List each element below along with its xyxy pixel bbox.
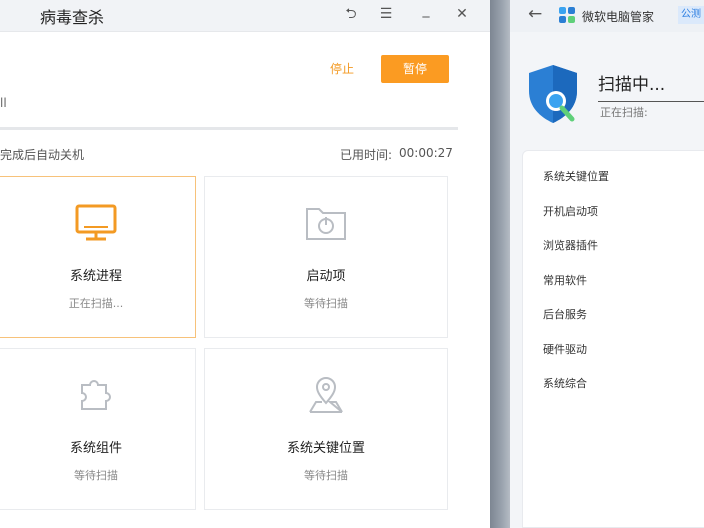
title-bar: 病毒查杀 ⮌ ☰ _ ✕ bbox=[0, 0, 490, 32]
elapsed-time-value: 00:00:27 bbox=[399, 146, 453, 160]
monitor-icon bbox=[74, 203, 118, 247]
scan-path-label: 正在扫描: bbox=[600, 106, 648, 119]
back-arrow-icon[interactable]: ← bbox=[528, 4, 542, 24]
scan-card-key-locations: 系统关键位置 等待扫描 bbox=[204, 348, 448, 510]
scan-card-startup: 启动项 等待扫描 bbox=[204, 176, 448, 338]
scan-items-panel: 系统关键位置 开机启动项 浏览器插件 常用软件 后台服务 硬件驱动 系统综合 bbox=[522, 150, 704, 528]
scan-path-text: ll bbox=[0, 96, 7, 110]
shield-scan-icon bbox=[526, 63, 584, 131]
list-item: 系统综合 bbox=[543, 377, 587, 390]
card-title: 系统组件 bbox=[69, 441, 122, 456]
list-item: 常用软件 bbox=[543, 274, 587, 287]
list-item: 浏览器插件 bbox=[543, 239, 598, 252]
card-status: 等待扫描 bbox=[304, 469, 348, 482]
puzzle-icon bbox=[74, 375, 118, 419]
list-item: 开机启动项 bbox=[543, 205, 598, 218]
card-status: 正在扫描... bbox=[68, 297, 124, 310]
list-item: 后台服务 bbox=[543, 308, 587, 321]
menu-icon[interactable]: ☰ bbox=[376, 4, 396, 24]
scan-card-system-components: 系统组件 等待扫描 bbox=[0, 348, 196, 510]
auto-shutdown-option[interactable]: 完成后自动关机 bbox=[0, 146, 84, 163]
card-title: 系统进程 bbox=[69, 269, 122, 284]
list-item: 硬件驱动 bbox=[543, 343, 587, 356]
pc-manager-logo-icon bbox=[558, 6, 576, 28]
card-status: 等待扫描 bbox=[304, 297, 348, 310]
pause-button[interactable]: 暂停 bbox=[381, 55, 449, 83]
stop-button[interactable]: 停止 bbox=[322, 56, 362, 82]
brand-name: 微软电脑管家 bbox=[582, 10, 655, 24]
elapsed-time-label: 已用时间: bbox=[340, 148, 393, 162]
desktop-background bbox=[490, 0, 510, 528]
scan-progress-bar bbox=[0, 127, 458, 130]
title-bar: ← 微软电脑管家 公测 bbox=[510, 0, 704, 32]
list-item: 系统关键位置 bbox=[543, 170, 609, 183]
scan-status-title: 扫描中... bbox=[598, 75, 666, 95]
location-pin-icon bbox=[304, 375, 348, 419]
minimize-icon[interactable]: _ bbox=[416, 0, 436, 20]
window-title: 病毒查杀 bbox=[40, 8, 105, 27]
virus-scan-window: 病毒查杀 ⮌ ☰ _ ✕ 停止 暂停 ll 完成后自动关机 已用时间: 00:0… bbox=[0, 0, 490, 528]
scan-card-system-process: 系统进程 正在扫描... bbox=[0, 176, 196, 338]
scan-underline bbox=[598, 101, 704, 102]
card-title: 启动项 bbox=[306, 269, 346, 284]
back-icon[interactable]: ⮌ bbox=[341, 4, 361, 24]
beta-badge: 公测 bbox=[678, 6, 704, 24]
startup-folder-icon bbox=[304, 203, 348, 247]
card-title: 系统关键位置 bbox=[286, 441, 365, 456]
close-icon[interactable]: ✕ bbox=[452, 4, 472, 24]
card-status: 等待扫描 bbox=[74, 469, 118, 482]
pc-manager-window: ← 微软电脑管家 公测 扫描中... 正在扫描: 系统关键位置 开机启动项 浏览… bbox=[510, 0, 704, 528]
